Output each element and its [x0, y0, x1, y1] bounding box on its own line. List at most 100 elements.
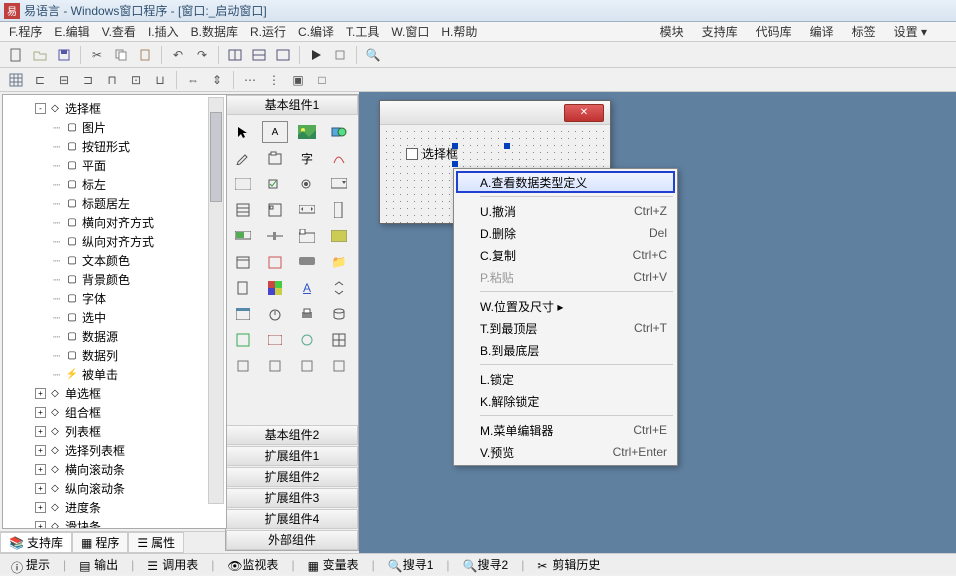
- pointer-tool[interactable]: [230, 121, 256, 143]
- tree-expand-icon[interactable]: -: [35, 103, 46, 114]
- same-width-icon[interactable]: ⇔: [183, 70, 203, 90]
- tree-expand-icon[interactable]: +: [35, 445, 46, 456]
- date-tool[interactable]: [230, 251, 256, 273]
- bottom-tab-3[interactable]: 👁监视表: [220, 553, 285, 576]
- timer-tool[interactable]: [262, 303, 288, 325]
- menu-r-4[interactable]: 标签: [849, 22, 879, 41]
- bottom-tab-7[interactable]: ✂剪辑历史: [530, 553, 607, 576]
- menu-r-3[interactable]: 编译: [807, 22, 837, 41]
- tofront-icon[interactable]: ▣: [288, 70, 308, 90]
- bottom-tab-2[interactable]: ☰调用表: [140, 553, 205, 576]
- bottom-tab-1[interactable]: ▤输出: [72, 553, 125, 576]
- menu-0[interactable]: F.程序: [6, 22, 45, 41]
- menu-4[interactable]: B.数据库: [188, 22, 241, 41]
- tree-item[interactable]: ┈▢背景颜色: [5, 270, 224, 289]
- menu-2[interactable]: V.查看: [99, 22, 139, 41]
- ext4-tool[interactable]: [326, 355, 352, 377]
- tree-expand-icon[interactable]: +: [35, 426, 46, 437]
- menu-7[interactable]: T.工具: [343, 22, 382, 41]
- ctx-item-3[interactable]: D.删除Del: [456, 222, 675, 244]
- layout2-icon[interactable]: [249, 45, 269, 65]
- stop-icon[interactable]: [330, 45, 350, 65]
- ext2-tool[interactable]: [262, 355, 288, 377]
- slider-tool[interactable]: [262, 225, 288, 247]
- bottom-tab-0[interactable]: ⓘ提示: [4, 553, 57, 576]
- bottom-tab-6[interactable]: 🔍搜寻2: [456, 553, 516, 576]
- left-tab-2[interactable]: ☰属性: [128, 532, 184, 553]
- grid-icon[interactable]: [6, 70, 26, 90]
- tree-item[interactable]: ┈▢标左: [5, 175, 224, 194]
- menu-5[interactable]: R.运行: [247, 22, 289, 41]
- redo-icon[interactable]: ↷: [192, 45, 212, 65]
- undo-icon[interactable]: ↶: [168, 45, 188, 65]
- tree-expand-icon[interactable]: +: [35, 407, 46, 418]
- ctx-item-0[interactable]: A.查看数据类型定义: [456, 171, 675, 193]
- tree-item[interactable]: -◇选择框: [5, 99, 224, 118]
- calendar-tool[interactable]: [262, 251, 288, 273]
- dir-tool[interactable]: 📁: [326, 251, 352, 273]
- ctx-item-15[interactable]: V.预览Ctrl+Enter: [456, 441, 675, 463]
- ext3-tool[interactable]: [294, 355, 320, 377]
- comp-section-2[interactable]: 扩展组件2: [226, 467, 358, 487]
- ext1-tool[interactable]: [230, 355, 256, 377]
- tree-item[interactable]: +◇选择列表框: [5, 441, 224, 460]
- tree-item[interactable]: ┈▢数据源: [5, 327, 224, 346]
- align-top-icon[interactable]: ⊓: [102, 70, 122, 90]
- menu-r-5[interactable]: 设置 ▾: [891, 22, 930, 41]
- tree-item[interactable]: ┈▢文本颜色: [5, 251, 224, 270]
- save-icon[interactable]: [54, 45, 74, 65]
- close-icon[interactable]: ✕: [564, 104, 604, 122]
- shape-tool[interactable]: [326, 121, 352, 143]
- center-v-icon[interactable]: ⊡: [126, 70, 146, 90]
- link-tool[interactable]: A: [294, 277, 320, 299]
- grid-tool[interactable]: [326, 329, 352, 351]
- tree-expand-icon[interactable]: +: [35, 483, 46, 494]
- list-tool[interactable]: [230, 199, 256, 221]
- menu-9[interactable]: H.帮助: [438, 22, 480, 41]
- ctx-item-8[interactable]: T.到最顶层Ctrl+T: [456, 317, 675, 339]
- combo-tool[interactable]: [326, 173, 352, 195]
- tree-item[interactable]: +◇单选框: [5, 384, 224, 403]
- find-icon[interactable]: 🔍: [363, 45, 383, 65]
- socket-tool[interactable]: [294, 329, 320, 351]
- tree-item[interactable]: ┈▢标题居左: [5, 194, 224, 213]
- tree-item[interactable]: ┈▢图片: [5, 118, 224, 137]
- selection-handle[interactable]: [504, 143, 510, 149]
- db-tool[interactable]: [326, 303, 352, 325]
- color-tool[interactable]: [262, 277, 288, 299]
- text-tool[interactable]: 字: [294, 147, 320, 169]
- comp-section-5[interactable]: 外部组件: [226, 530, 358, 550]
- form-titlebar[interactable]: ✕: [380, 101, 610, 125]
- ctx-item-7[interactable]: W.位置及尺寸 ▸: [456, 295, 675, 317]
- menu-r-0[interactable]: 模块: [657, 22, 687, 41]
- new-icon[interactable]: [6, 45, 26, 65]
- radio-tool[interactable]: [294, 173, 320, 195]
- button-tool[interactable]: [230, 173, 256, 195]
- comp-header-basic1[interactable]: 基本组件1: [226, 95, 358, 115]
- scrollbar-v[interactable]: [208, 97, 224, 504]
- comp-section-3[interactable]: 扩展组件3: [226, 488, 358, 508]
- selection-handle[interactable]: [452, 143, 458, 149]
- tree-expand-icon[interactable]: +: [35, 502, 46, 513]
- chklist-tool[interactable]: [262, 199, 288, 221]
- menu-8[interactable]: W.窗口: [388, 22, 432, 41]
- print-tool[interactable]: [294, 303, 320, 325]
- tree-item[interactable]: ┈▢选中: [5, 308, 224, 327]
- ctx-item-2[interactable]: U.撤消Ctrl+Z: [456, 200, 675, 222]
- tree-item[interactable]: +◇横向滚动条: [5, 460, 224, 479]
- picture-tool[interactable]: [294, 121, 320, 143]
- space-h-icon[interactable]: ⋯: [240, 70, 260, 90]
- ctx-item-11[interactable]: L.锁定: [456, 368, 675, 390]
- tree-expand-icon[interactable]: +: [35, 388, 46, 399]
- same-height-icon[interactable]: ⇕: [207, 70, 227, 90]
- tree-item[interactable]: ┈▢按钮形式: [5, 137, 224, 156]
- label-tool[interactable]: A: [262, 121, 288, 143]
- bottom-tab-4[interactable]: ▦变量表: [301, 553, 366, 576]
- cut-icon[interactable]: ✂: [87, 45, 107, 65]
- tree-item[interactable]: ┈▢纵向对齐方式: [5, 232, 224, 251]
- menu-r-2[interactable]: 代码库: [753, 22, 795, 41]
- menu-r-1[interactable]: 支持库: [699, 22, 741, 41]
- menu-3[interactable]: I.插入: [145, 22, 182, 41]
- paste-icon[interactable]: [135, 45, 155, 65]
- left-tab-0[interactable]: 📚支持库: [0, 532, 72, 553]
